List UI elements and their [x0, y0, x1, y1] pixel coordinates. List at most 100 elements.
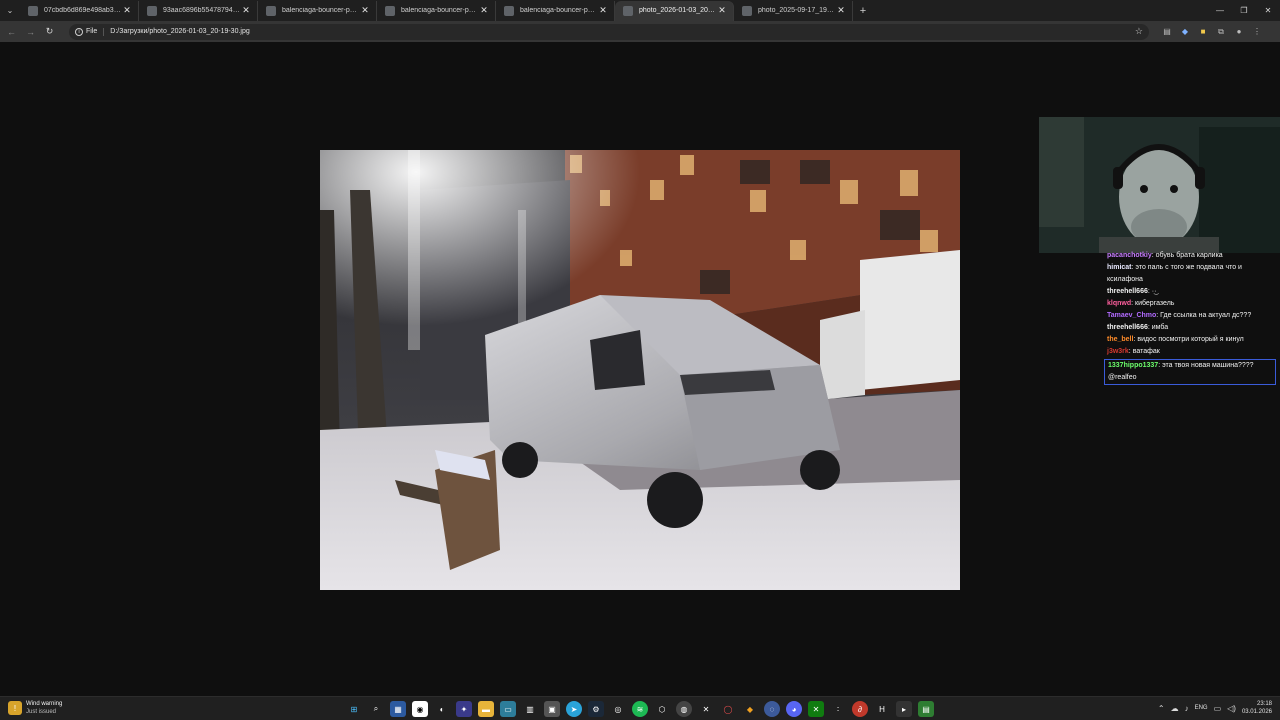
new-tab-button[interactable]: + — [853, 5, 873, 17]
close-tab-icon[interactable]: ✕ — [598, 5, 608, 16]
chat-username[interactable]: threehell666 — [1107, 288, 1148, 295]
address-bar[interactable]: i File D:/Загрузки/photo_2026-01-03_20-1… — [69, 23, 1149, 40]
extension-icon[interactable]: ◆ — [1179, 26, 1191, 38]
tab-title: balenciaga-bouncer-purple-kno... — [401, 7, 479, 14]
task-view-icon[interactable]: ▦ — [390, 701, 406, 717]
app-icon[interactable]: H — [874, 701, 890, 717]
app-icon[interactable]: ◌ — [764, 701, 780, 717]
browser-tab[interactable]: balenciaga-bouncer-purple-kno...✕ — [496, 0, 615, 21]
weather-widget[interactable]: ! Wind warning Just issued — [8, 700, 62, 716]
more-menu-icon[interactable]: ⋮ — [1251, 26, 1263, 38]
chrome-icon[interactable]: ◍ — [676, 701, 692, 717]
back-icon[interactable]: ← — [2, 22, 21, 42]
chat-username[interactable]: the_bell — [1107, 336, 1133, 343]
search-icon[interactable]: ⌕ — [368, 701, 384, 717]
favicon-icon — [266, 5, 276, 16]
chat-username[interactable]: himicat — [1107, 264, 1132, 271]
star-icon[interactable]: ☆ — [1135, 26, 1143, 37]
tab-title: 93aac6896b554787941 5af16dc... — [163, 7, 241, 14]
close-tab-icon[interactable]: ✕ — [122, 5, 132, 16]
clock-date: 03.01.2026 — [1241, 709, 1272, 715]
chat-username[interactable]: pacanchotkiy — [1107, 252, 1152, 259]
window-controls: — ❐ ✕ — [1208, 0, 1280, 20]
chat-username[interactable]: j3w3rk — [1107, 348, 1129, 355]
chat-username[interactable]: Tamaev_Chmo — [1107, 312, 1156, 319]
chat-message: klqnwd: кибергазель — [1104, 298, 1280, 310]
info-icon: i — [75, 27, 83, 36]
chat-username[interactable]: 1337hippo1337 — [1108, 362, 1158, 369]
windows-start-icon[interactable]: ⊞ — [346, 701, 362, 717]
taskbar: ! Wind warning Just issued ⊞ ⌕ ▦ ◉ ◐ ✦ ▬… — [0, 696, 1280, 720]
chat-text: видос посмотри который я кинул — [1137, 336, 1244, 343]
chat-message: 1337hippo1337: эта твоя новая машина????… — [1104, 359, 1276, 385]
close-tab-icon[interactable]: ✕ — [717, 5, 727, 16]
clock[interactable]: 23:18 03.01.2026 — [1242, 700, 1272, 716]
browser-tab[interactable]: balenciaga-bouncer-purple-kno...✕ — [377, 0, 496, 21]
xbox-icon[interactable]: ✕ — [808, 701, 824, 717]
tab-search-icon[interactable]: ⌄ — [0, 1, 20, 21]
tab-title: balenciaga-bouncer-purple-kno... — [282, 7, 360, 14]
browser-tab[interactable]: photo_2026-01-03_20-19-30.jp...✕ — [615, 0, 734, 21]
browser-toolbar: ← → ↻ i File D:/Загрузки/photo_2026-01-0… — [0, 21, 1280, 42]
profile-icon[interactable]: ● — [1233, 26, 1245, 38]
telegram-icon[interactable]: ➤ — [566, 701, 582, 717]
minimize-icon[interactable]: — — [1208, 0, 1232, 20]
chat-message: threehell666: имба — [1104, 322, 1280, 334]
monitor-icon[interactable]: ▭ — [1214, 704, 1222, 713]
file-explorer-icon[interactable]: ▬ — [478, 701, 494, 717]
store-icon[interactable]: ▣ — [544, 701, 560, 717]
app-icon[interactable]: ◉ — [412, 701, 428, 717]
app-icon[interactable]: ◎ — [610, 701, 626, 717]
chat-username[interactable]: threehell666 — [1107, 324, 1148, 331]
steam-icon[interactable]: ⚙ — [588, 701, 604, 717]
network-icon[interactable]: ☁ — [1171, 704, 1179, 713]
app-icon[interactable]: ✕ — [698, 701, 714, 717]
close-tab-icon[interactable]: ✕ — [479, 5, 489, 16]
chevron-up-icon[interactable]: ⌃ — [1158, 704, 1165, 713]
app-icon[interactable]: ◐ — [434, 701, 450, 717]
app-icon[interactable]: ⬡ — [654, 701, 670, 717]
maximize-icon[interactable]: ❐ — [1232, 0, 1256, 20]
close-window-icon[interactable]: ✕ — [1256, 0, 1280, 20]
app-icon[interactable]: ∂ — [852, 701, 868, 717]
language-indicator[interactable]: ENG — [1195, 705, 1208, 711]
chat-text: обувь брата карлика — [1155, 252, 1223, 259]
app-icon[interactable]: ▭ — [500, 701, 516, 717]
close-tab-icon[interactable]: ✕ — [241, 5, 251, 16]
browser-tab[interactable]: photo_2025-09-17_19-04-26.jp...✕ — [734, 0, 853, 21]
app-icon[interactable]: ∶ — [830, 701, 846, 717]
chat-message: himicat: это паль с того же подвала что … — [1104, 262, 1280, 286]
discord-icon[interactable]: ◕ — [786, 701, 802, 717]
spotify-icon[interactable]: ≋ — [632, 701, 648, 717]
app-icon[interactable]: ◯ — [720, 701, 736, 717]
browser-tab[interactable]: 93aac6896b554787941 5af16dc...✕ — [139, 0, 258, 21]
toolbar-icons: ▤ ◆ ■ ⧉ ● ⋮ — [1161, 26, 1263, 38]
browser-tab[interactable]: balenciaga-bouncer-purple-kno...✕ — [258, 0, 377, 21]
url-text: D:/Загрузки/photo_2026-01-03_20-19-30.jp… — [110, 28, 250, 35]
chat-message: j3w3rk: ватафак — [1104, 346, 1280, 358]
favicon-icon — [504, 5, 514, 16]
tab-title: 07cbdb6d869e498ab33ed1afc... — [44, 7, 122, 14]
extensions-icon[interactable]: ⧉ — [1215, 26, 1227, 38]
extension-icon[interactable]: ■ — [1197, 26, 1209, 38]
chat-text: ватафак — [1132, 348, 1160, 355]
reading-mode-icon[interactable]: ▤ — [1161, 26, 1173, 38]
site-info-chip[interactable]: i File — [75, 27, 105, 36]
tab-title: photo_2025-09-17_19-04-26.jp... — [758, 7, 836, 14]
forward-icon[interactable]: → — [21, 22, 40, 42]
close-tab-icon[interactable]: ✕ — [360, 5, 370, 16]
terminal-icon[interactable]: ▸ — [896, 701, 912, 717]
favicon-icon — [623, 5, 633, 16]
app-icon[interactable]: ▥ — [522, 701, 538, 717]
app-icon[interactable]: ◆ — [742, 701, 758, 717]
browser-tab[interactable]: 07cbdb6d869e498ab33ed1afc...✕ — [20, 0, 139, 21]
app-icon[interactable]: ▤ — [918, 701, 934, 717]
app-icon[interactable]: ✦ — [456, 701, 472, 717]
reload-icon[interactable]: ↻ — [40, 22, 59, 42]
chat-message: the_bell: видос посмотри который я кинул — [1104, 334, 1280, 346]
chat-username[interactable]: klqnwd — [1107, 300, 1131, 307]
close-tab-icon[interactable]: ✕ — [836, 5, 846, 16]
chat-text: ·͜· — [1151, 288, 1157, 295]
volume-icon[interactable]: ◁) — [1227, 704, 1236, 713]
microphone-icon[interactable]: ♪ — [1185, 704, 1189, 713]
